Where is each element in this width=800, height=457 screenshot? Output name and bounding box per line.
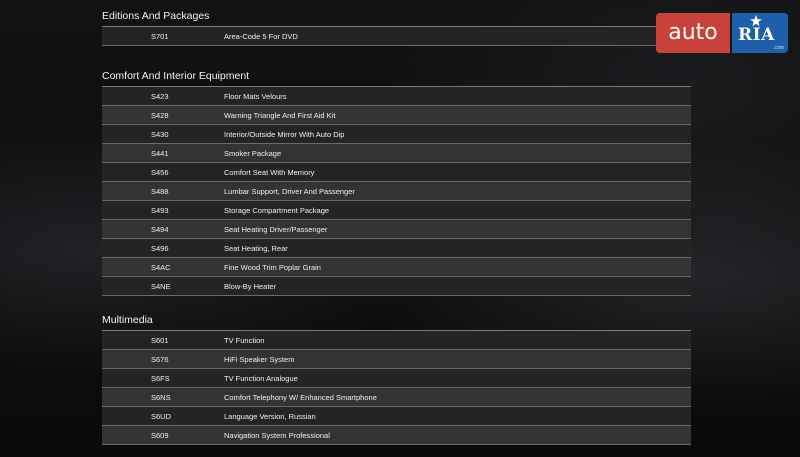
logo-com-text: .com <box>773 45 784 51</box>
logo-ria-block: RIA .com <box>732 13 788 53</box>
table-row: S609 Navigation System Professional <box>102 426 691 445</box>
table-row: S6FS TV Function Analogue <box>102 369 691 388</box>
option-code: S441 <box>151 148 169 158</box>
option-code: S423 <box>151 91 169 101</box>
option-description: Interior/Outside Mirror With Auto Dip <box>224 129 345 139</box>
logo-ria-text: RIA <box>738 25 775 45</box>
table-row: S488 Lumbar Support, Driver And Passenge… <box>102 182 691 201</box>
option-description: Area-Code 5 For DVD <box>224 31 298 41</box>
option-description: Comfort Seat With Memory <box>224 167 315 177</box>
table-row: S428 Warning Triangle And First Aid Kit <box>102 106 691 125</box>
table-row: S601 TV Function <box>102 331 691 350</box>
table-row: S456 Comfort Seat With Memory <box>102 163 691 182</box>
option-code: S601 <box>151 335 169 345</box>
option-description: Blow-By Heater <box>224 281 277 291</box>
option-description: TV Function <box>224 335 265 345</box>
option-code: S493 <box>151 205 169 215</box>
option-description: Floor Mats Velours <box>224 91 287 101</box>
option-description: Warning Triangle And First Aid Kit <box>224 110 336 120</box>
option-code: S4NE <box>151 281 171 291</box>
comfort-table: S423 Floor Mats Velours S428 Warning Tri… <box>102 86 691 296</box>
option-description: Smoker Package <box>224 148 282 158</box>
option-code: S6NS <box>151 392 171 402</box>
option-code: S456 <box>151 167 169 177</box>
table-row: S423 Floor Mats Velours <box>102 87 691 106</box>
option-description: Storage Compartment Package <box>224 205 330 215</box>
option-code: S430 <box>151 129 169 139</box>
table-row: S496 Seat Heating, Rear <box>102 239 691 258</box>
equipment-list: Editions And Packages S701 Area-Code 5 F… <box>0 0 800 457</box>
multimedia-table: S601 TV Function S676 HiFi Speaker Syste… <box>102 330 691 445</box>
table-row: S430 Interior/Outside Mirror With Auto D… <box>102 125 691 144</box>
section-title-comfort: Comfort And Interior Equipment <box>102 70 250 82</box>
table-row: S701 Area-Code 5 For DVD <box>102 27 691 46</box>
option-code: S701 <box>151 31 169 41</box>
table-row: S441 Smoker Package <box>102 144 691 163</box>
option-code: S428 <box>151 110 169 120</box>
option-code: S6FS <box>151 373 170 383</box>
option-description: Comfort Telephony W/ Enhanced Smartphone <box>224 392 377 402</box>
section-title-editions: Editions And Packages <box>102 10 210 22</box>
table-row: S676 HiFi Speaker System <box>102 350 691 369</box>
option-description: Fine Wood Trim Poplar Grain <box>224 262 321 272</box>
table-row: S493 Storage Compartment Package <box>102 201 691 220</box>
option-code: S6UD <box>151 411 172 421</box>
section-title-multimedia: Multimedia <box>102 314 153 326</box>
option-description: Seat Heating Driver/Passenger <box>224 224 328 234</box>
option-code: S676 <box>151 354 169 364</box>
option-code: S4AC <box>151 262 171 272</box>
option-code: S609 <box>151 430 169 440</box>
option-description: HiFi Speaker System <box>224 354 295 364</box>
editions-table: S701 Area-Code 5 For DVD <box>102 26 691 46</box>
table-row: S6NS Comfort Telephony W/ Enhanced Smart… <box>102 388 691 407</box>
option-description: Seat Heating, Rear <box>224 243 288 253</box>
option-code: S494 <box>151 224 169 234</box>
option-description: Navigation System Professional <box>224 430 330 440</box>
table-row: S4NE Blow-By Heater <box>102 277 691 296</box>
table-row: S4AC Fine Wood Trim Poplar Grain <box>102 258 691 277</box>
option-code: S488 <box>151 186 169 196</box>
table-row: S494 Seat Heating Driver/Passenger <box>102 220 691 239</box>
autoria-logo[interactable]: auto RIA .com <box>656 13 788 53</box>
option-code: S496 <box>151 243 169 253</box>
option-description: Language Version, Russian <box>224 411 316 421</box>
logo-auto-text: auto <box>656 13 730 53</box>
option-description: TV Function Analogue <box>224 373 298 383</box>
table-row: S6UD Language Version, Russian <box>102 407 691 426</box>
option-description: Lumbar Support, Driver And Passenger <box>224 186 355 196</box>
